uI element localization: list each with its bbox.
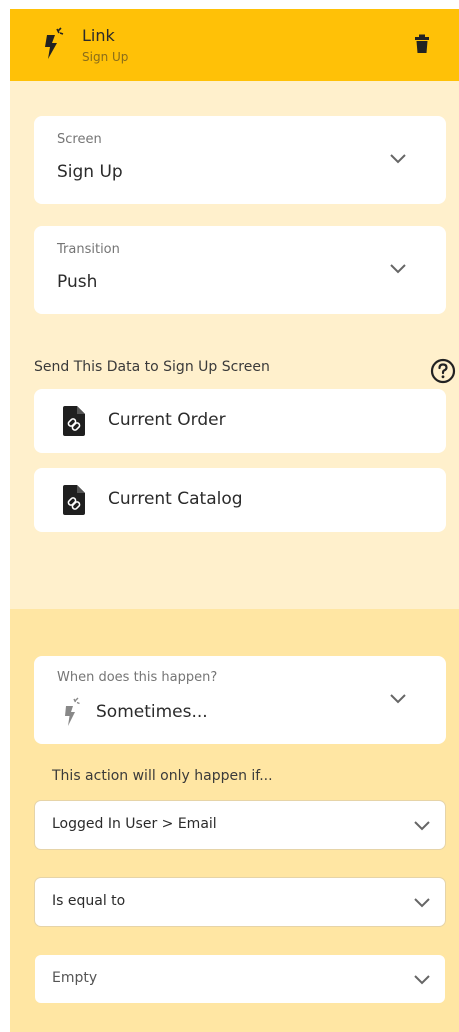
condition-operator-select[interactable]: Is equal to <box>34 877 446 927</box>
when-select[interactable]: When does this happen? Sometimes... <box>34 656 446 744</box>
condition-value-select[interactable]: Empty <box>34 954 446 1004</box>
trash-icon[interactable] <box>414 34 430 54</box>
screen-value: Sign Up <box>57 162 123 182</box>
chevron-down-icon <box>414 975 430 985</box>
condition-operator-value: Is equal to <box>52 893 126 909</box>
transition-label: Transition <box>57 242 120 257</box>
header-title: Link <box>82 26 115 45</box>
condition-section: When does this happen? Sometimes... This… <box>10 609 459 1032</box>
when-label: When does this happen? <box>57 670 218 685</box>
screen-select[interactable]: Screen Sign Up <box>34 116 446 204</box>
when-value: Sometimes... <box>96 702 208 722</box>
data-item-current-catalog[interactable]: Current Catalog <box>34 468 446 532</box>
chevron-down-icon <box>390 694 406 704</box>
data-item-label: Current Order <box>108 410 226 430</box>
chevron-down-icon <box>414 821 430 831</box>
lightning-sparkle-icon <box>65 697 80 726</box>
lightning-sparkle-icon <box>45 27 64 59</box>
chevron-down-icon <box>414 898 430 908</box>
action-panel: Link Sign Up Screen Sign Up Transition P… <box>10 9 459 1032</box>
panel-header: Link Sign Up <box>10 9 459 81</box>
condition-field-value: Logged In User > Email <box>52 816 217 832</box>
help-circle-icon[interactable] <box>430 358 456 384</box>
condition-field-select[interactable]: Logged In User > Email <box>34 800 446 850</box>
linked-document-icon <box>63 406 85 436</box>
chevron-down-icon <box>390 154 406 164</box>
condition-intro-label: This action will only happen if... <box>52 768 273 784</box>
chevron-down-icon <box>390 264 406 274</box>
transition-value: Push <box>57 272 98 292</box>
data-item-label: Current Catalog <box>108 489 243 509</box>
send-data-label: Send This Data to Sign Up Screen <box>34 359 270 375</box>
condition-value: Empty <box>52 970 98 986</box>
screen-label: Screen <box>57 132 102 147</box>
data-item-current-order[interactable]: Current Order <box>34 389 446 453</box>
linked-document-icon <box>63 485 85 515</box>
header-subtitle: Sign Up <box>82 50 129 64</box>
transition-select[interactable]: Transition Push <box>34 226 446 314</box>
